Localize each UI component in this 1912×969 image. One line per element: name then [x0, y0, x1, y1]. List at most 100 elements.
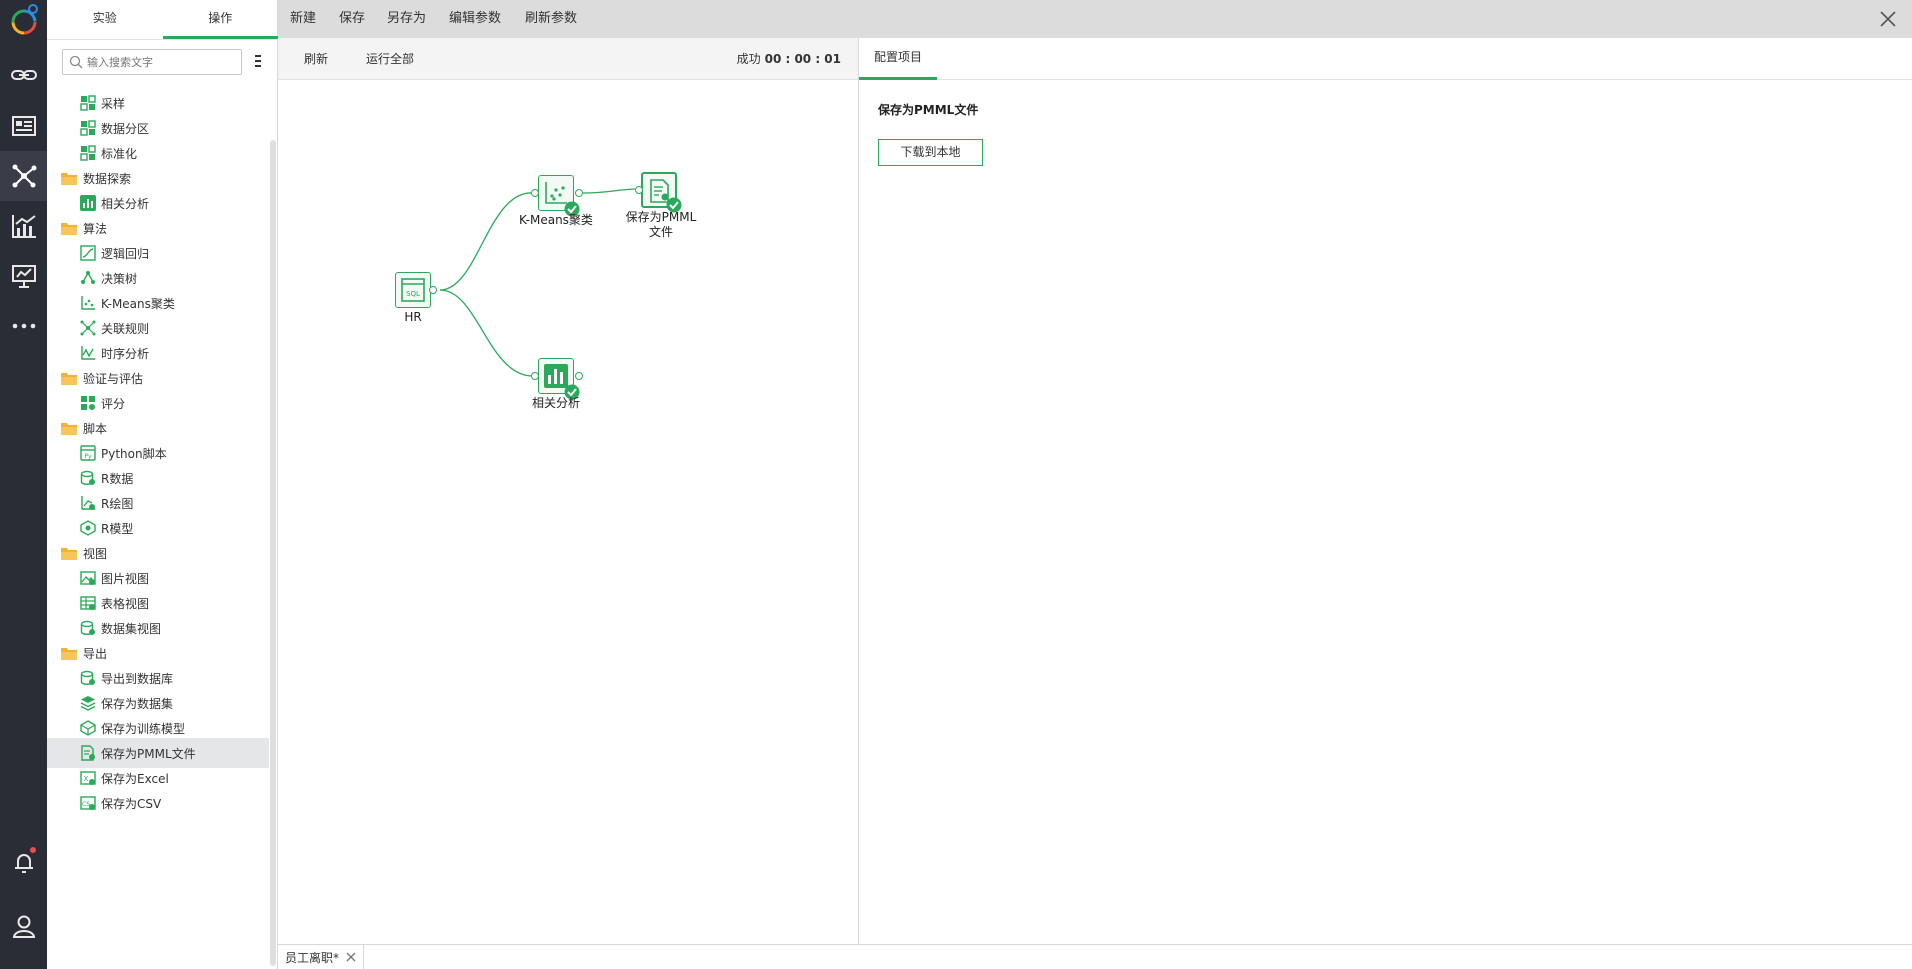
tree-item-label: Python脚本 [101, 446, 167, 461]
run-elapsed-time: 00 : 00 : 01 [764, 52, 841, 66]
node-kmeans-label: K-Means聚类 [519, 213, 593, 227]
document-tab-label: 员工离职* [285, 951, 340, 965]
svg-text:X: X [84, 775, 89, 783]
tree-item-label: 表格视图 [101, 596, 150, 611]
search-icon [69, 55, 83, 69]
config-tabs: 配置项目 [859, 38, 1912, 80]
menu-refresh-params[interactable]: 刷新参数 [525, 0, 577, 38]
folder-icon [61, 173, 77, 185]
menu-icon[interactable] [251, 53, 265, 69]
save-csv-icon: CS [80, 796, 96, 810]
run-status-text: 成功 [736, 52, 761, 66]
canvas-toolbar: 刷新 运行全部 成功 00 : 00 : 01 [278, 38, 858, 80]
node-kmeans-output-port[interactable] [575, 189, 583, 197]
export-database-icon [80, 670, 95, 685]
search-input[interactable] [87, 53, 235, 71]
node-save-pmml-label: 保存为PMML 文件 [613, 210, 709, 240]
tab-operation[interactable]: 操作 [162, 0, 278, 39]
link-icon[interactable] [0, 50, 47, 100]
app-logo [4, 0, 44, 42]
tree-category-label: 导出 [83, 646, 108, 661]
tree-item-label: 数据分区 [101, 121, 150, 136]
tree-item-tocsv[interactable]: CS 保存为CSV [47, 788, 269, 818]
tab-config-items[interactable]: 配置项目 [859, 38, 937, 80]
menu-new[interactable]: 新建 [290, 0, 316, 38]
node-correlation-input-port[interactable] [531, 372, 539, 380]
folder-icon [61, 423, 77, 435]
table-view-icon [80, 596, 96, 610]
menu-edit-params[interactable]: 编辑参数 [449, 0, 501, 38]
tree-category-label: 验证与评估 [83, 371, 144, 386]
tree-item-label: 保存为PMML文件 [101, 746, 196, 761]
search-box [62, 49, 242, 75]
node-save-pmml-input-port[interactable] [635, 186, 643, 194]
tree-category-label: 视图 [83, 546, 108, 561]
tree-category-label: 数据探索 [83, 171, 132, 186]
save-excel-icon: X [80, 771, 96, 785]
tree-item-label: R模型 [101, 521, 134, 536]
tree-item-label: 标准化 [101, 146, 138, 161]
config-title: 保存为PMML文件 [878, 103, 979, 117]
tree-item-label: 时序分析 [101, 346, 150, 361]
folder-icon [61, 223, 77, 235]
save-model-icon [80, 720, 96, 736]
presentation-icon[interactable] [0, 251, 47, 301]
run-all-button[interactable]: 运行全部 [366, 38, 414, 80]
chart-icon[interactable] [0, 201, 47, 251]
close-tab-icon[interactable] [346, 952, 356, 962]
tree-item-label: 决策树 [101, 271, 138, 286]
node-kmeans[interactable] [538, 175, 580, 217]
save-dataset-icon [80, 696, 96, 711]
folder-icon [61, 373, 77, 385]
operator-tree: 采样 数据分区 标准化 数据探索 相关分析 算法 逻辑回归 决策树 K-Mean… [47, 88, 269, 969]
image-view-icon [80, 571, 96, 585]
menu-save-as[interactable]: 另存为 [387, 0, 426, 38]
node-hr-label: HR [404, 310, 422, 324]
r-plot-icon [81, 496, 95, 510]
refresh-button[interactable]: 刷新 [304, 38, 328, 80]
decision-tree-icon [81, 271, 95, 284]
top-menu-bar: 新建 保存 另存为 编辑参数 刷新参数 [278, 0, 1912, 38]
tree-item-label: 保存为数据集 [101, 696, 174, 711]
tree-item-label: 相关分析 [101, 196, 150, 211]
sampling-icon [80, 95, 96, 111]
more-icon[interactable] [0, 301, 47, 351]
node-correlation-output-port[interactable] [575, 372, 583, 380]
tree-item-label: 数据集视图 [101, 621, 162, 636]
tree-item-label: 保存为训练模型 [101, 721, 186, 736]
user-icon[interactable] [0, 901, 47, 951]
network-icon[interactable] [0, 151, 47, 201]
python-script-icon: Py [80, 445, 96, 461]
flow-canvas[interactable]: SQL HR K-Means聚类 保存为PMML 文件 相关分析 [278, 80, 858, 944]
save-pmml-icon [81, 745, 95, 761]
tree-item-label: R绘图 [101, 496, 134, 511]
panel-scrollbar[interactable] [270, 140, 276, 966]
node-save-pmml-label-line1: 保存为PMML [625, 210, 697, 224]
menu-save[interactable]: 保存 [339, 0, 365, 38]
tab-experiment[interactable]: 实验 [47, 0, 163, 39]
folder-icon [61, 548, 77, 560]
notification-bell-icon[interactable] [0, 837, 47, 887]
node-hr[interactable]: SQL [395, 272, 431, 308]
normalize-icon [80, 145, 96, 161]
logistic-regression-icon [80, 245, 96, 261]
tree-item-label: 采样 [101, 96, 126, 111]
association-rules-icon [80, 320, 96, 336]
node-correlation[interactable] [538, 358, 580, 400]
news-icon[interactable] [0, 101, 47, 151]
node-kmeans-input-port[interactable] [531, 189, 539, 197]
download-local-button[interactable]: 下载到本地 [878, 139, 983, 166]
document-tab[interactable]: 员工离职* [278, 945, 364, 969]
search-row [47, 40, 278, 82]
close-icon[interactable] [1878, 9, 1898, 29]
tree-item-label: 导出到数据库 [101, 671, 174, 686]
tree-item-label: 保存为CSV [101, 796, 162, 811]
kmeans-icon [81, 296, 95, 310]
node-save-pmml-label-line2: 文件 [648, 225, 673, 239]
correlation-icon [80, 195, 96, 211]
node-save-pmml[interactable] [641, 172, 682, 213]
tree-item-label: R数据 [101, 471, 134, 486]
document-tab-bar: 员工离职* [278, 944, 1912, 969]
node-hr-output-port[interactable] [429, 286, 437, 294]
folder-icon [61, 648, 77, 660]
